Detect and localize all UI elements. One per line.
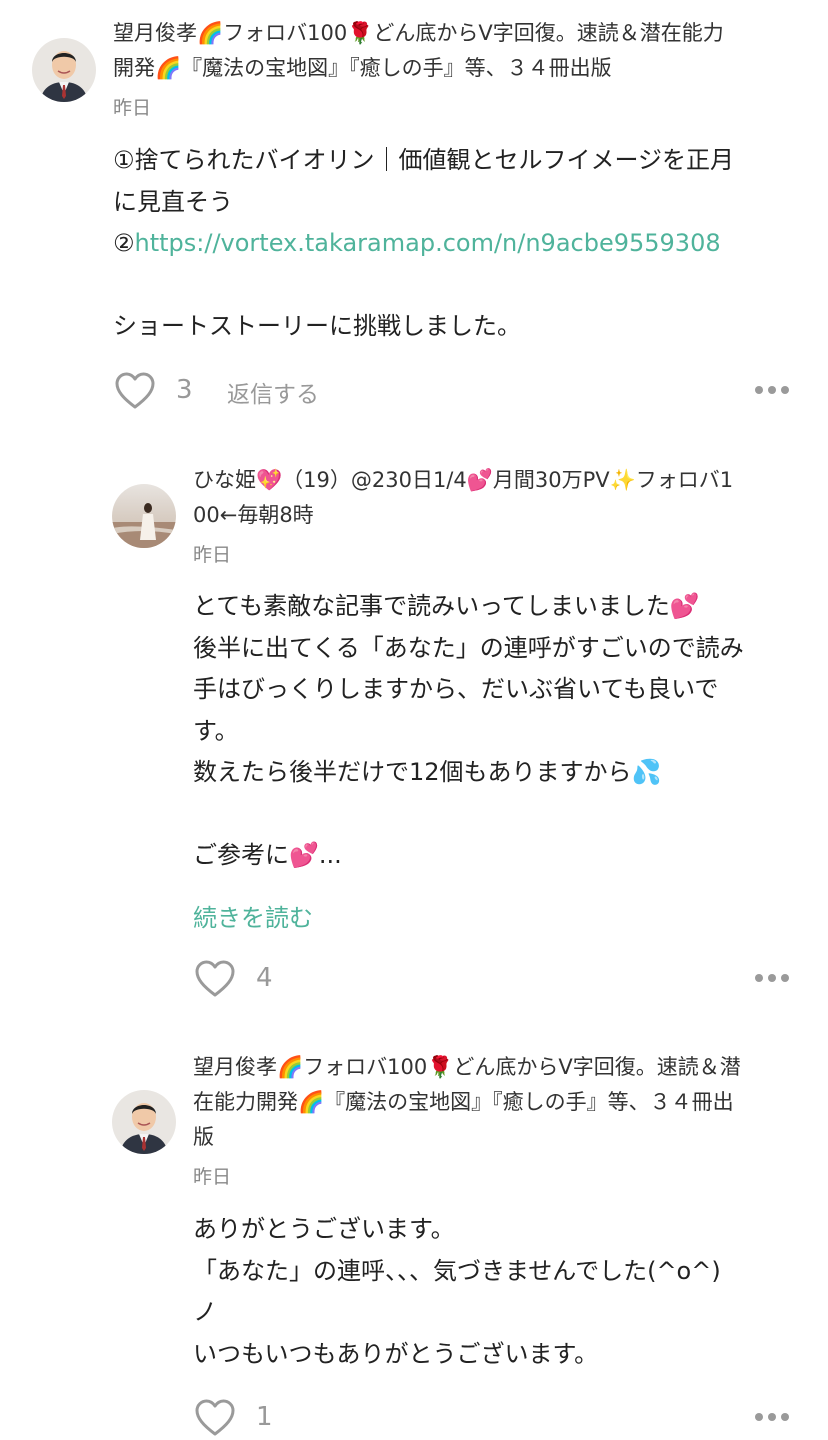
article-link[interactable]: https://vortex.takaramap.com/n/n9acbe955… — [135, 229, 721, 257]
body-line: ②https://vortex.takaramap.com/n/n9acbe95… — [113, 223, 734, 265]
body-line: す。 — [193, 716, 239, 745]
more-dots-icon[interactable] — [755, 1413, 791, 1423]
author-line: 開発🌈『魔法の宝地図』『癒しの手』等、３４冊出版 — [113, 56, 612, 80]
body-line: ショートストーリーに挑戦しました。 — [113, 312, 521, 340]
like-count: 1 — [256, 1402, 273, 1432]
comment-author[interactable]: 望月俊孝🌈フォロバ100🌹どん底からV字回復。速読＆潜 在能力開発🌈『魔法の宝地… — [193, 1050, 741, 1155]
comment-body: ①捨てられたバイオリン｜価値観とセルフイメージを正月 に見直そう ②https:… — [113, 140, 734, 348]
body-line: 数えたら後半だけで12個もありますから💦 — [193, 758, 662, 786]
reply-button[interactable]: 返信する — [227, 375, 319, 409]
body-line: に見直そう — [113, 187, 233, 216]
author-line: ひな姫💖（19）@230日1/4💕月間30万PV✨フォロバ1 — [193, 468, 734, 492]
heart-outline-icon[interactable] — [113, 369, 157, 413]
avatar-photo-icon — [112, 1090, 176, 1154]
more-dots-icon[interactable] — [755, 974, 791, 984]
reply-comment-2: 望月俊孝🌈フォロバ100🌹どん底からV字回復。速読＆潜 在能力開発🌈『魔法の宝地… — [0, 1020, 828, 1440]
comment-body: ありがとうございます。 「あなた」の連呼、、、気づきませんでした(^o^) ノ … — [193, 1209, 721, 1375]
comment-author[interactable]: 望月俊孝🌈フォロバ100🌹どん底からV字回復。速読＆潜在能力 開発🌈『魔法の宝地… — [113, 16, 724, 86]
comment-actions: 1 — [193, 1396, 793, 1440]
reply-comment-1: ひな姫💖（19）@230日1/4💕月間30万PV✨フォロバ1 00←毎朝8時 昨… — [0, 430, 828, 1020]
body-blank-line — [113, 265, 734, 307]
comment-1: 望月俊孝🌈フォロバ100🌹どん底からV字回復。速読＆潜在能力 開発🌈『魔法の宝地… — [0, 0, 828, 430]
avatar-photo-icon — [112, 484, 176, 548]
avatar[interactable] — [32, 38, 96, 102]
more-dots-icon[interactable] — [755, 386, 791, 396]
comment-date: 昨日 — [193, 1166, 232, 1188]
body-text: ② — [113, 229, 135, 257]
author-line: 00←毎朝8時 — [193, 503, 314, 527]
avatar-photo-icon — [32, 38, 96, 102]
comment-actions: 4 — [193, 957, 793, 1001]
author-line: 版 — [193, 1125, 214, 1149]
body-blank-line — [193, 794, 744, 836]
comment-author[interactable]: ひな姫💖（19）@230日1/4💕月間30万PV✨フォロバ1 00←毎朝8時 — [193, 463, 733, 533]
avatar[interactable] — [112, 1090, 176, 1154]
author-line: 在能力開発🌈『魔法の宝地図』『癒しの手』等、３４冊出 — [193, 1090, 734, 1114]
like-count: 3 — [176, 375, 193, 405]
comment-date: 昨日 — [193, 544, 232, 566]
author-line: 望月俊孝🌈フォロバ100🌹どん底からV字回復。速読＆潜 — [193, 1055, 741, 1079]
read-more-link[interactable]: 続きを読む — [193, 898, 313, 933]
body-line: ノ — [193, 1298, 217, 1326]
body-line: 「あなた」の連呼、、、気づきませんでした(^o^) — [193, 1256, 721, 1285]
body-line: いつもいつもありがとうございます。 — [193, 1339, 599, 1368]
comment-body: とても素敵な記事で読みいってしまいました💕 後半に出てくる「あなた」の連呼がすご… — [193, 586, 744, 877]
avatar[interactable] — [112, 484, 176, 548]
body-line: 後半に出てくる「あなた」の連呼がすごいので読み — [193, 633, 744, 662]
like-count: 4 — [256, 963, 273, 993]
body-line: ご参考に💕... — [193, 841, 342, 869]
body-line: ありがとうございます。 — [193, 1215, 455, 1243]
body-line: とても素敵な記事で読みいってしまいました💕 — [193, 592, 700, 620]
author-line: 望月俊孝🌈フォロバ100🌹どん底からV字回復。速読＆潜在能力 — [113, 21, 724, 45]
heart-outline-icon[interactable] — [193, 957, 237, 1001]
comment-date: 昨日 — [113, 97, 152, 119]
body-line: ①捨てられたバイオリン｜価値観とセルフイメージを正月 — [113, 146, 735, 174]
heart-outline-icon[interactable] — [193, 1396, 237, 1440]
comment-actions: 3 返信する — [113, 369, 793, 413]
body-line: 手はびっくりしますから、だいぶ省いても良いで — [193, 675, 719, 703]
